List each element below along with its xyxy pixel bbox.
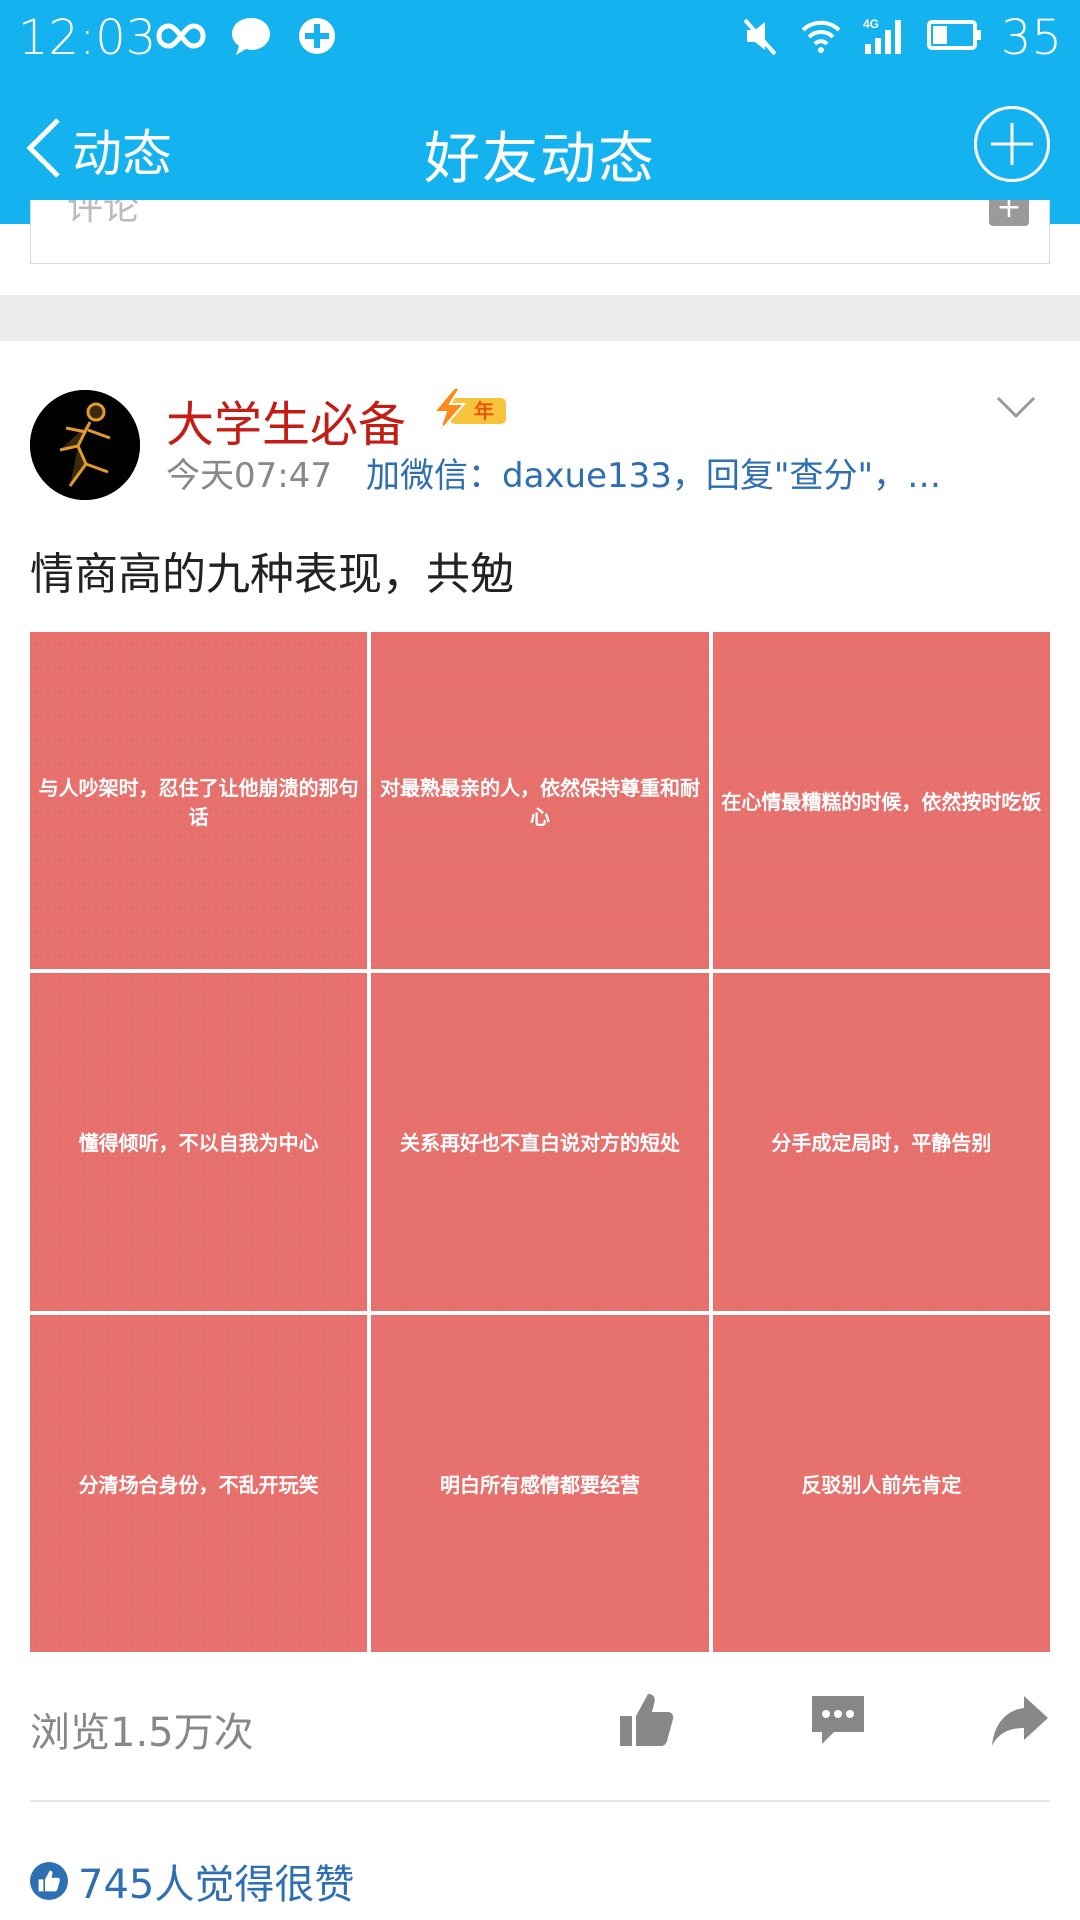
comment-placeholder: 评论 <box>67 200 140 228</box>
divider <box>0 295 1080 341</box>
likes-summary[interactable]: 745人觉得很赞 <box>30 1852 354 1910</box>
image-tile[interactable]: 分手成定局时，平静告别 <box>712 973 1050 1311</box>
image-tile[interactable]: 与人吵架时，忍住了让他崩溃的那句话 <box>30 632 368 970</box>
battery-level: 35 <box>1000 10 1062 66</box>
battery-icon <box>926 14 983 62</box>
avatar[interactable] <box>30 390 140 500</box>
svg-text:4G: 4G <box>863 17 879 31</box>
image-grid: 与人吵架时，忍住了让他崩溃的那句话 对最熟最亲的人，依然保持尊重和耐心 在心情最… <box>30 632 1050 1652</box>
status-time: 12:03 <box>18 10 157 66</box>
image-tile[interactable]: 分清场合身份，不乱开玩笑 <box>30 1314 368 1652</box>
thumbs-up-icon[interactable] <box>616 1690 676 1754</box>
author-name[interactable]: 大学生必备 <box>166 385 406 455</box>
plus-icon[interactable]: + <box>989 200 1029 226</box>
image-tile[interactable]: 反驳别人前先肯定 <box>712 1314 1050 1652</box>
thumbs-up-icon <box>30 1862 68 1900</box>
wifi-icon <box>799 14 843 62</box>
image-tile[interactable]: 明白所有感情都要经营 <box>371 1314 709 1652</box>
comment-icon[interactable] <box>808 1690 868 1754</box>
image-tile[interactable]: 关系再好也不直白说对方的短处 <box>371 973 709 1311</box>
post-time: 今天07:47 <box>166 456 332 496</box>
post-text: 情商高的九种表现，共勉 <box>30 549 514 600</box>
svg-text:年: 年 <box>474 399 494 423</box>
signal-icon: 4G <box>861 14 909 62</box>
post-tagline[interactable]: 加微信：daxue133，回复"查分"，… <box>366 448 946 497</box>
view-count: 浏览1.5万次 <box>30 1710 254 1756</box>
runner-logo <box>30 390 140 500</box>
divider <box>30 1800 1050 1802</box>
svg-text:LV7: LV7 <box>434 421 455 435</box>
image-tile[interactable]: 在心情最糟糕的时候，依然按时吃饭 <box>712 632 1050 970</box>
hospital-icon <box>295 14 339 62</box>
dropdown-chevron-icon[interactable] <box>996 396 1036 424</box>
app-header: 12:03 4G 35 动态 好友动态 <box>0 0 1080 224</box>
comment-input[interactable]: 评论 + <box>30 200 1050 264</box>
image-tile[interactable]: 对最熟最亲的人，依然保持尊重和耐心 <box>371 632 709 970</box>
level-badge: 年 LV7 <box>424 386 508 440</box>
status-bar: 12:03 4G 35 <box>0 0 1080 78</box>
share-icon[interactable] <box>990 1690 1050 1754</box>
page-title: 好友动态 <box>424 127 656 192</box>
add-circle-icon[interactable] <box>974 106 1050 182</box>
likes-count: 745人觉得很赞 <box>78 1862 355 1908</box>
mute-icon <box>741 14 781 62</box>
chat-bubble-icon <box>229 14 273 62</box>
infinity-icon <box>155 14 207 62</box>
image-tile[interactable]: 懂得倾听，不以自我为中心 <box>30 973 368 1311</box>
